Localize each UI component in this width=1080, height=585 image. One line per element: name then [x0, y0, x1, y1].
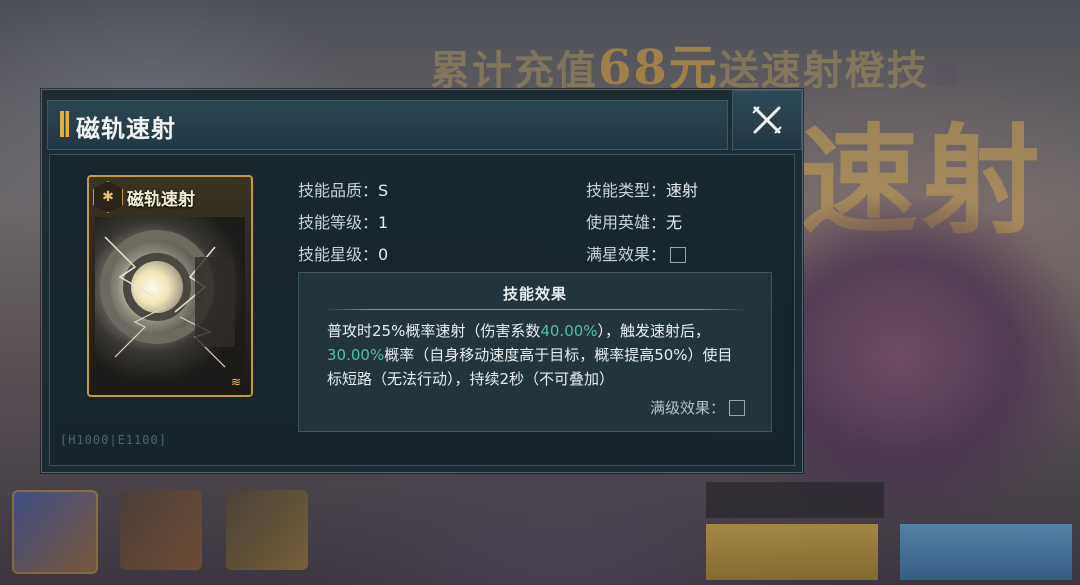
skill-slot-1	[12, 490, 98, 574]
effect-title: 技能效果	[502, 285, 567, 303]
dialog-title: 磁轨速射	[76, 115, 176, 143]
star-value: 0	[378, 245, 389, 264]
banner-tag-icon	[934, 63, 957, 85]
skill-detail-dialog: 磁轨速射 ✱ 磁轨速射 ≋ 技能品质：S 技能等级：1 技能星级：0 技能类型：…	[41, 89, 803, 473]
background-panel-label	[706, 482, 884, 518]
skill-slot-3	[226, 490, 308, 570]
effect-description[interactable]: 普攻时25%概率速射（伤害系数40.00%），触发速射后， 30.00%概率（自身…	[327, 319, 747, 389]
maxlevel-row: 满级效果：	[650, 397, 745, 418]
dialog-header: 磁轨速射	[47, 100, 728, 150]
star-label: 技能星级：	[298, 245, 379, 264]
maxlevel-checkbox[interactable]	[729, 400, 745, 416]
header-accent-icon	[60, 111, 69, 137]
banner-prefix: 累计充值	[430, 47, 598, 94]
maxlevel-label: 满级效果：	[649, 399, 725, 417]
quality-row: 技能品质：S	[298, 177, 388, 201]
background-yellow-button	[706, 524, 878, 580]
skill-effect-panel: 技能效果 普攻时25%概率速射（伤害系数40.00%），触发速射后， 30.00%…	[298, 272, 772, 432]
effect-text-2: ），触发速射后，	[597, 322, 711, 340]
effect-divider	[325, 309, 745, 310]
hero-value: 无	[666, 213, 683, 232]
quality-value: S	[378, 181, 389, 200]
hexagon-emblem-icon: ✱	[93, 181, 123, 213]
level-label: 技能等级：	[298, 213, 379, 232]
type-label: 技能类型：	[586, 181, 667, 200]
close-x-icon	[752, 106, 782, 134]
type-row: 技能类型：速射	[586, 177, 698, 201]
fullstar-label: 满星效果：	[586, 245, 667, 264]
close-button[interactable]	[732, 90, 802, 150]
fullstar-row: 满星效果：	[586, 241, 687, 265]
hero-row: 使用英雄：无	[586, 209, 682, 233]
footer-code: [H1000|E1100]	[60, 433, 167, 447]
skill-slot-2	[120, 490, 202, 570]
star-row: 技能星级：0	[298, 241, 388, 265]
effect-text-3: 概率（自身移动速度高于目标，概率提高50%）使目标短路（无法行动），持续2秒（不…	[327, 346, 733, 388]
type-value: 速射	[666, 181, 699, 200]
dialog-body: ✱ 磁轨速射 ≋ 技能品质：S 技能等级：1 技能星级：0 技能类型：速射 使用…	[49, 154, 795, 466]
level-value: 1	[378, 213, 389, 232]
hero-label: 使用英雄：	[586, 213, 667, 232]
banner-amount: 68元	[598, 40, 719, 96]
background-creature	[780, 200, 1080, 520]
card-rank-icon: ≋	[230, 375, 242, 389]
fullstar-checkbox[interactable]	[670, 247, 687, 263]
effect-highlight-1: 40.00%	[540, 322, 598, 340]
recharge-banner: 累计充值68元送速射橙技	[430, 28, 990, 96]
skill-card: ✱ 磁轨速射 ≋	[87, 175, 253, 397]
quality-label: 技能品质：	[298, 181, 379, 200]
background-blue-button	[900, 524, 1072, 580]
railgun-art-image	[95, 217, 245, 385]
card-skill-name: 磁轨速射	[127, 190, 195, 210]
level-row: 技能等级：1	[298, 209, 388, 233]
effect-highlight-2: 30.00%	[327, 346, 385, 364]
effect-text-1: 普攻时25%概率速射（伤害系数	[327, 322, 541, 340]
